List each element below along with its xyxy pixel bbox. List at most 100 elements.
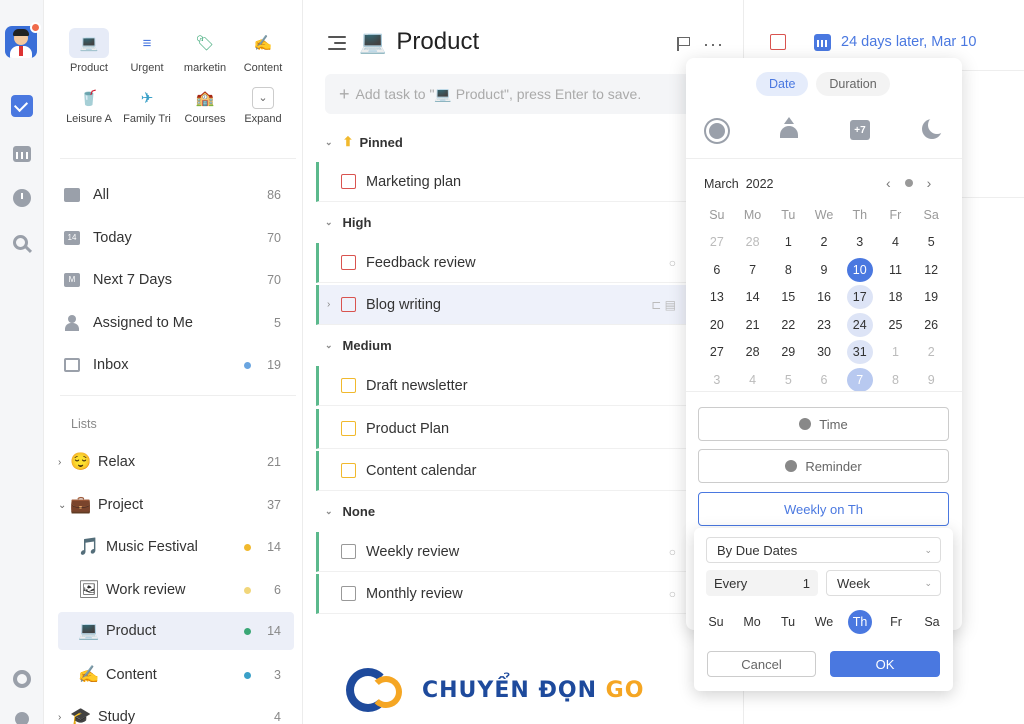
- calendar-day[interactable]: 2: [913, 340, 949, 364]
- moon-icon[interactable]: [916, 116, 946, 146]
- shortcut-family-trip[interactable]: ✈ Family Tri: [118, 86, 176, 125]
- calendar-day[interactable]: 18: [878, 285, 914, 309]
- calendar-day[interactable]: 25: [878, 313, 914, 337]
- today-dot-icon[interactable]: [904, 179, 913, 187]
- calendar-day[interactable]: 1: [878, 340, 914, 364]
- calendar-icon[interactable]: [814, 34, 831, 51]
- repeat-unit-select[interactable]: Week ⌄: [826, 570, 941, 596]
- list-content[interactable]: ✍ Content 3: [58, 656, 294, 694]
- task-row[interactable]: Content calendar: [316, 451, 746, 491]
- shortcut-marketing[interactable]: 🏷 marketin: [176, 28, 234, 74]
- task-checkbox[interactable]: [341, 378, 356, 393]
- task-row[interactable]: Monthly review ○: [316, 574, 746, 614]
- settings-icon[interactable]: [11, 668, 33, 690]
- chevron-right-icon[interactable]: ›: [327, 299, 330, 310]
- chevron-right-icon[interactable]: ›: [58, 712, 68, 723]
- shortcut-product[interactable]: 💻 Product: [60, 28, 118, 74]
- calendar-day[interactable]: 8: [878, 368, 914, 392]
- detail-checkbox[interactable]: [770, 34, 786, 50]
- calendar-day[interactable]: 6: [806, 368, 842, 392]
- section-medium[interactable]: ⌄ Medium: [325, 338, 392, 353]
- task-checkbox[interactable]: [341, 421, 356, 436]
- calendar-day[interactable]: 31: [842, 340, 878, 365]
- shortcut-leisure[interactable]: 🥤 Leisure A: [60, 86, 118, 125]
- calendar-day[interactable]: 21: [735, 313, 771, 337]
- calendar-day[interactable]: 30: [806, 340, 842, 364]
- shortcut-content[interactable]: ✍ Content: [234, 28, 292, 74]
- weekday-toggle[interactable]: Th: [848, 610, 872, 634]
- nav-inbox[interactable]: Inbox 19: [62, 347, 294, 383]
- calendar-day[interactable]: 4: [878, 230, 914, 254]
- calendar-day[interactable]: 27: [699, 230, 735, 254]
- collapse-sidebar-icon[interactable]: [328, 36, 346, 50]
- calendar-day[interactable]: 13: [699, 285, 735, 309]
- task-checkbox[interactable]: [341, 255, 356, 270]
- calendar-day[interactable]: 3: [842, 230, 878, 254]
- help-icon[interactable]: [11, 710, 33, 724]
- calendar-icon[interactable]: [11, 142, 33, 164]
- calendar-day[interactable]: 8: [770, 258, 806, 282]
- calendar-day[interactable]: 15: [770, 285, 806, 309]
- nav-today[interactable]: 14 Today 70: [62, 220, 294, 256]
- chevron-down-icon[interactable]: ⌄: [325, 217, 333, 228]
- ok-button[interactable]: OK: [830, 651, 940, 677]
- time-button[interactable]: Time: [698, 407, 949, 441]
- calendar-day[interactable]: 28: [735, 340, 771, 364]
- chevron-down-icon[interactable]: ⌄: [325, 137, 333, 148]
- calendar-day[interactable]: 24: [842, 312, 878, 337]
- repeat-mode-select[interactable]: By Due Dates ⌄: [706, 537, 941, 563]
- list-project[interactable]: ⌄ 💼 Project 37: [58, 486, 294, 524]
- task-row[interactable]: Weekly review ○: [316, 532, 746, 572]
- calendar-day[interactable]: 23: [806, 313, 842, 337]
- nav-next-7-days[interactable]: M Next 7 Days 70: [62, 262, 294, 298]
- task-checkbox[interactable]: [341, 174, 356, 189]
- section-pinned[interactable]: ⌄ ⬆ Pinned: [325, 134, 403, 150]
- task-row[interactable]: Draft newsletter: [316, 366, 746, 406]
- calendar-day[interactable]: 4: [735, 368, 771, 392]
- task-checkbox[interactable]: [341, 463, 356, 478]
- calendar-day[interactable]: 28: [735, 230, 771, 254]
- calendar-day[interactable]: 3: [699, 368, 735, 392]
- tab-duration[interactable]: Duration: [816, 72, 890, 96]
- chevron-left-icon[interactable]: ‹: [886, 175, 891, 191]
- list-music-festival[interactable]: 🎵 Music Festival 14: [58, 528, 294, 566]
- calendar-day[interactable]: 10: [842, 257, 878, 282]
- list-relax[interactable]: › 😌 Relax 21: [58, 443, 294, 481]
- nav-assigned-to-me[interactable]: Assigned to Me 5: [62, 305, 294, 341]
- chevron-down-icon[interactable]: ⌄: [325, 340, 333, 351]
- calendar-day[interactable]: 7: [842, 367, 878, 392]
- weekday-toggle[interactable]: We: [812, 610, 836, 634]
- calendar-day[interactable]: 20: [699, 313, 735, 337]
- repeat-button[interactable]: Weekly on Th: [698, 492, 949, 526]
- add-task-input[interactable]: + Add task to "💻 Product", press Enter t…: [325, 74, 721, 114]
- tab-date[interactable]: Date: [756, 72, 809, 96]
- calendar-day[interactable]: 29: [770, 340, 806, 364]
- repeat-interval-field[interactable]: Every 1: [706, 570, 818, 596]
- search-icon[interactable]: [11, 233, 33, 255]
- task-checkbox[interactable]: [341, 544, 356, 559]
- flag-icon[interactable]: [677, 37, 691, 51]
- next-week-icon[interactable]: +7: [845, 116, 875, 146]
- task-row[interactable]: › Blog writing ⊏ ▤: [316, 285, 746, 325]
- weekday-toggle[interactable]: Fr: [884, 610, 908, 634]
- sunrise-icon[interactable]: [774, 116, 804, 146]
- calendar-day[interactable]: 5: [770, 368, 806, 392]
- calendar-day[interactable]: 12: [913, 258, 949, 282]
- task-row[interactable]: Feedback review ○: [316, 243, 746, 283]
- chevron-right-icon[interactable]: ›: [927, 175, 932, 191]
- chevron-down-icon[interactable]: ⌄: [58, 500, 68, 511]
- weekday-toggle[interactable]: Su: [704, 610, 728, 634]
- due-date[interactable]: 24 days later, Mar 10: [841, 34, 976, 50]
- task-row[interactable]: Marketing plan: [316, 162, 746, 202]
- calendar-day[interactable]: 6: [699, 258, 735, 282]
- section-none[interactable]: ⌄ None: [325, 504, 375, 519]
- cancel-button[interactable]: Cancel: [707, 651, 816, 677]
- task-checkbox[interactable]: [341, 297, 356, 312]
- weekday-toggle[interactable]: Tu: [776, 610, 800, 634]
- pomodoro-icon[interactable]: [11, 187, 33, 209]
- shortcut-urgent[interactable]: ≡ Urgent: [118, 28, 176, 75]
- weekday-toggle[interactable]: Mo: [740, 610, 764, 634]
- calendar-day[interactable]: 19: [913, 285, 949, 309]
- reminder-button[interactable]: Reminder: [698, 449, 949, 483]
- calendar-day[interactable]: 26: [913, 313, 949, 337]
